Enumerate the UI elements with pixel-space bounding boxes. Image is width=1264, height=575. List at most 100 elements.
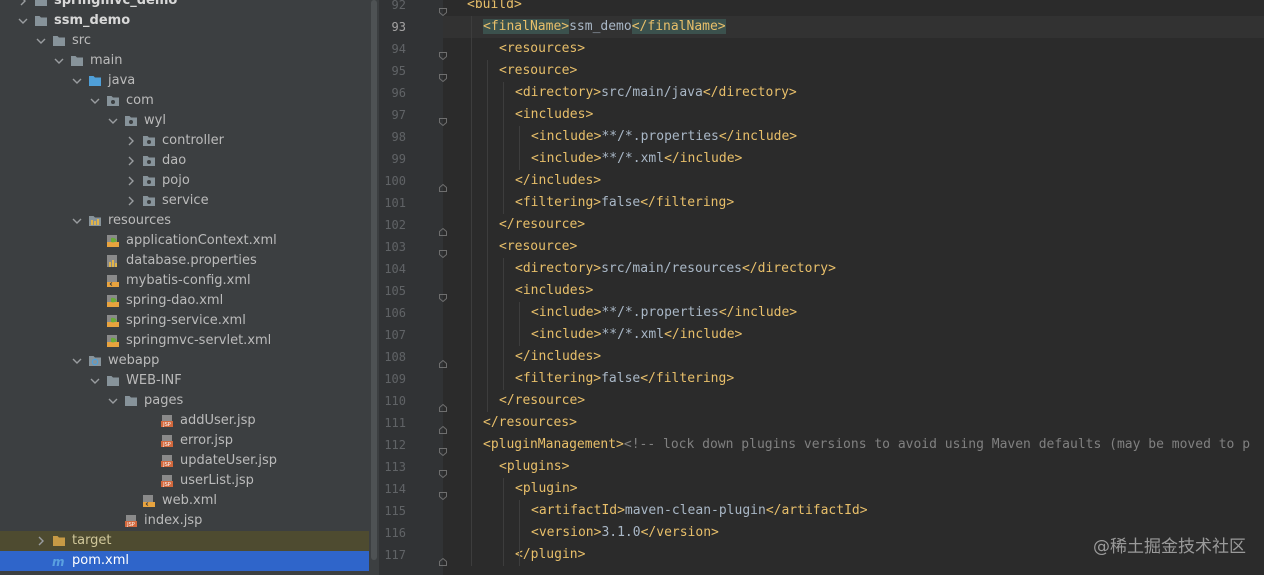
- fold-open-icon[interactable]: [439, 111, 447, 127]
- code-line[interactable]: <pluginManagement><!-- lock down plugins…: [483, 434, 1250, 456]
- code-line[interactable]: <includes>: [515, 104, 593, 126]
- tree-item-web-xml[interactable]: web.xml: [0, 491, 369, 511]
- code-line[interactable]: <plugin>: [515, 478, 578, 500]
- tree-item-com[interactable]: com: [0, 91, 369, 111]
- fold-close-icon[interactable]: [439, 177, 447, 192]
- code-line[interactable]: <resource>: [499, 236, 577, 258]
- chevron-down-icon[interactable]: [108, 111, 118, 131]
- code-line[interactable]: <include>**/*.xml</include>: [531, 324, 742, 346]
- tree-item-index-jsp[interactable]: JSP index.jsp: [0, 511, 369, 531]
- fold-open-icon[interactable]: [439, 1, 447, 17]
- fold-open-icon[interactable]: [439, 243, 447, 259]
- code-line[interactable]: <resource>: [499, 60, 577, 82]
- code-line[interactable]: </plugin>: [515, 544, 585, 566]
- tree-scrollbar[interactable]: [369, 0, 379, 575]
- tree-item-userlist-jsp[interactable]: JSP userList.jsp: [0, 471, 369, 491]
- code-line[interactable]: <directory>src/main/java</directory>: [515, 82, 797, 104]
- code-line[interactable]: <include>**/*.properties</include>: [531, 302, 797, 324]
- chevron-down-icon[interactable]: [72, 211, 82, 231]
- chevron-right-icon[interactable]: [126, 171, 136, 191]
- chevron-down-icon[interactable]: [36, 31, 46, 51]
- package-icon: [142, 134, 156, 148]
- code-line[interactable]: <plugins>: [499, 456, 569, 478]
- code-line[interactable]: <include>**/*.properties</include>: [531, 126, 797, 148]
- code-line[interactable]: </includes>: [515, 346, 601, 368]
- code-line[interactable]: </resources>: [483, 412, 577, 434]
- tree-item-ssm-demo[interactable]: ssm_demo: [0, 11, 369, 31]
- chevron-down-icon[interactable]: [72, 351, 82, 371]
- tree-item-webapp[interactable]: webapp: [0, 351, 369, 371]
- tree-item-resources[interactable]: resources: [0, 211, 369, 231]
- chevron-right-icon[interactable]: [126, 191, 136, 211]
- code-line[interactable]: <directory>src/main/resources</directory…: [515, 258, 836, 280]
- code-line[interactable]: <include>**/*.xml</include>: [531, 148, 742, 170]
- tree-item-springmvc-servlet-xml[interactable]: springmvc-servlet.xml: [0, 331, 369, 351]
- tree-item-pages[interactable]: pages: [0, 391, 369, 411]
- tree-item-pom-xml[interactable]: m pom.xml: [0, 551, 369, 571]
- code-text: false: [601, 195, 641, 210]
- fold-open-icon[interactable]: [439, 485, 447, 501]
- tree-item-controller[interactable]: controller: [0, 131, 369, 151]
- code-line[interactable]: <filtering>false</filtering>: [515, 192, 734, 214]
- tree-item-web-inf[interactable]: WEB-INF: [0, 371, 369, 391]
- tree-item-error-jsp[interactable]: JSP error.jsp: [0, 431, 369, 451]
- line-number: 110: [384, 394, 406, 408]
- chevron-right-icon[interactable]: [18, 0, 28, 11]
- tree-item-java[interactable]: java: [0, 71, 369, 91]
- chevron-down-icon[interactable]: [72, 71, 82, 91]
- line-number: 96: [391, 86, 406, 100]
- tree-item-dao[interactable]: dao: [0, 151, 369, 171]
- tree-item-main[interactable]: main: [0, 51, 369, 71]
- fold-open-icon[interactable]: [439, 287, 447, 303]
- fold-close-icon[interactable]: [439, 221, 447, 236]
- fold-open-icon[interactable]: [439, 441, 447, 457]
- code-tag: </directory>: [702, 85, 797, 100]
- code-line[interactable]: <resources>: [499, 38, 585, 60]
- tree-item-pojo[interactable]: pojo: [0, 171, 369, 191]
- code-line[interactable]: </includes>: [515, 170, 601, 192]
- chevron-down-icon[interactable]: [108, 391, 118, 411]
- package-icon: [106, 94, 120, 108]
- fold-close-icon[interactable]: [439, 353, 447, 368]
- tree-item-adduser-jsp[interactable]: JSP addUser.jsp: [0, 411, 369, 431]
- fold-open-icon[interactable]: [439, 45, 447, 61]
- tree-item-database-properties[interactable]: database.properties: [0, 251, 369, 271]
- tree-item-target[interactable]: target: [0, 531, 369, 551]
- project-tree[interactable]: springmvc_demo ssm_demo src main java com wyl c…: [0, 0, 369, 575]
- tree-item-service[interactable]: service: [0, 191, 369, 211]
- svg-text:m: m: [52, 555, 65, 568]
- chevron-down-icon[interactable]: [90, 371, 100, 391]
- tree-item-wyl[interactable]: wyl: [0, 111, 369, 131]
- tree-item-updateuser-jsp[interactable]: JSP updateUser.jsp: [0, 451, 369, 471]
- tree-item-src[interactable]: src: [0, 31, 369, 51]
- fold-close-icon[interactable]: [439, 397, 447, 412]
- chevron-down-icon[interactable]: [90, 91, 100, 111]
- code-text: **/*.properties: [601, 129, 719, 144]
- chevron-right-icon[interactable]: [36, 531, 46, 551]
- code-tag: </filtering>: [640, 195, 735, 210]
- chevron-right-icon[interactable]: [126, 131, 136, 151]
- tree-item-springmvc-demo[interactable]: springmvc_demo: [0, 0, 369, 11]
- code-tag: </plugin>: [515, 547, 586, 562]
- fold-close-icon[interactable]: [439, 551, 447, 566]
- tree-item-mybatis-config-xml[interactable]: mybatis-config.xml: [0, 271, 369, 291]
- fold-close-icon[interactable]: [439, 419, 447, 434]
- tree-item-label: java: [108, 73, 136, 88]
- code-line[interactable]: </resource>: [499, 390, 585, 412]
- code-line[interactable]: <filtering>false</filtering>: [515, 368, 734, 390]
- code-line[interactable]: <finalName>ssm_demo</finalName>: [483, 16, 726, 38]
- tree-item-spring-dao-xml[interactable]: spring-dao.xml: [0, 291, 369, 311]
- tree-scrollbar-thumb[interactable]: [371, 0, 377, 560]
- chevron-down-icon[interactable]: [18, 11, 28, 31]
- chevron-right-icon[interactable]: [126, 151, 136, 171]
- code-line[interactable]: </resource>: [499, 214, 585, 236]
- tree-item-spring-service-xml[interactable]: spring-service.xml: [0, 311, 369, 331]
- code-line[interactable]: <build>: [467, 0, 522, 16]
- tree-item-applicationcontext-xml[interactable]: applicationContext.xml: [0, 231, 369, 251]
- code-line[interactable]: <artifactId>maven-clean-plugin</artifact…: [531, 500, 868, 522]
- fold-open-icon[interactable]: [439, 67, 447, 83]
- code-line[interactable]: <includes>: [515, 280, 593, 302]
- chevron-down-icon[interactable]: [54, 51, 64, 71]
- fold-open-icon[interactable]: [439, 463, 447, 479]
- code-line[interactable]: <version>3.1.0</version>: [531, 522, 719, 544]
